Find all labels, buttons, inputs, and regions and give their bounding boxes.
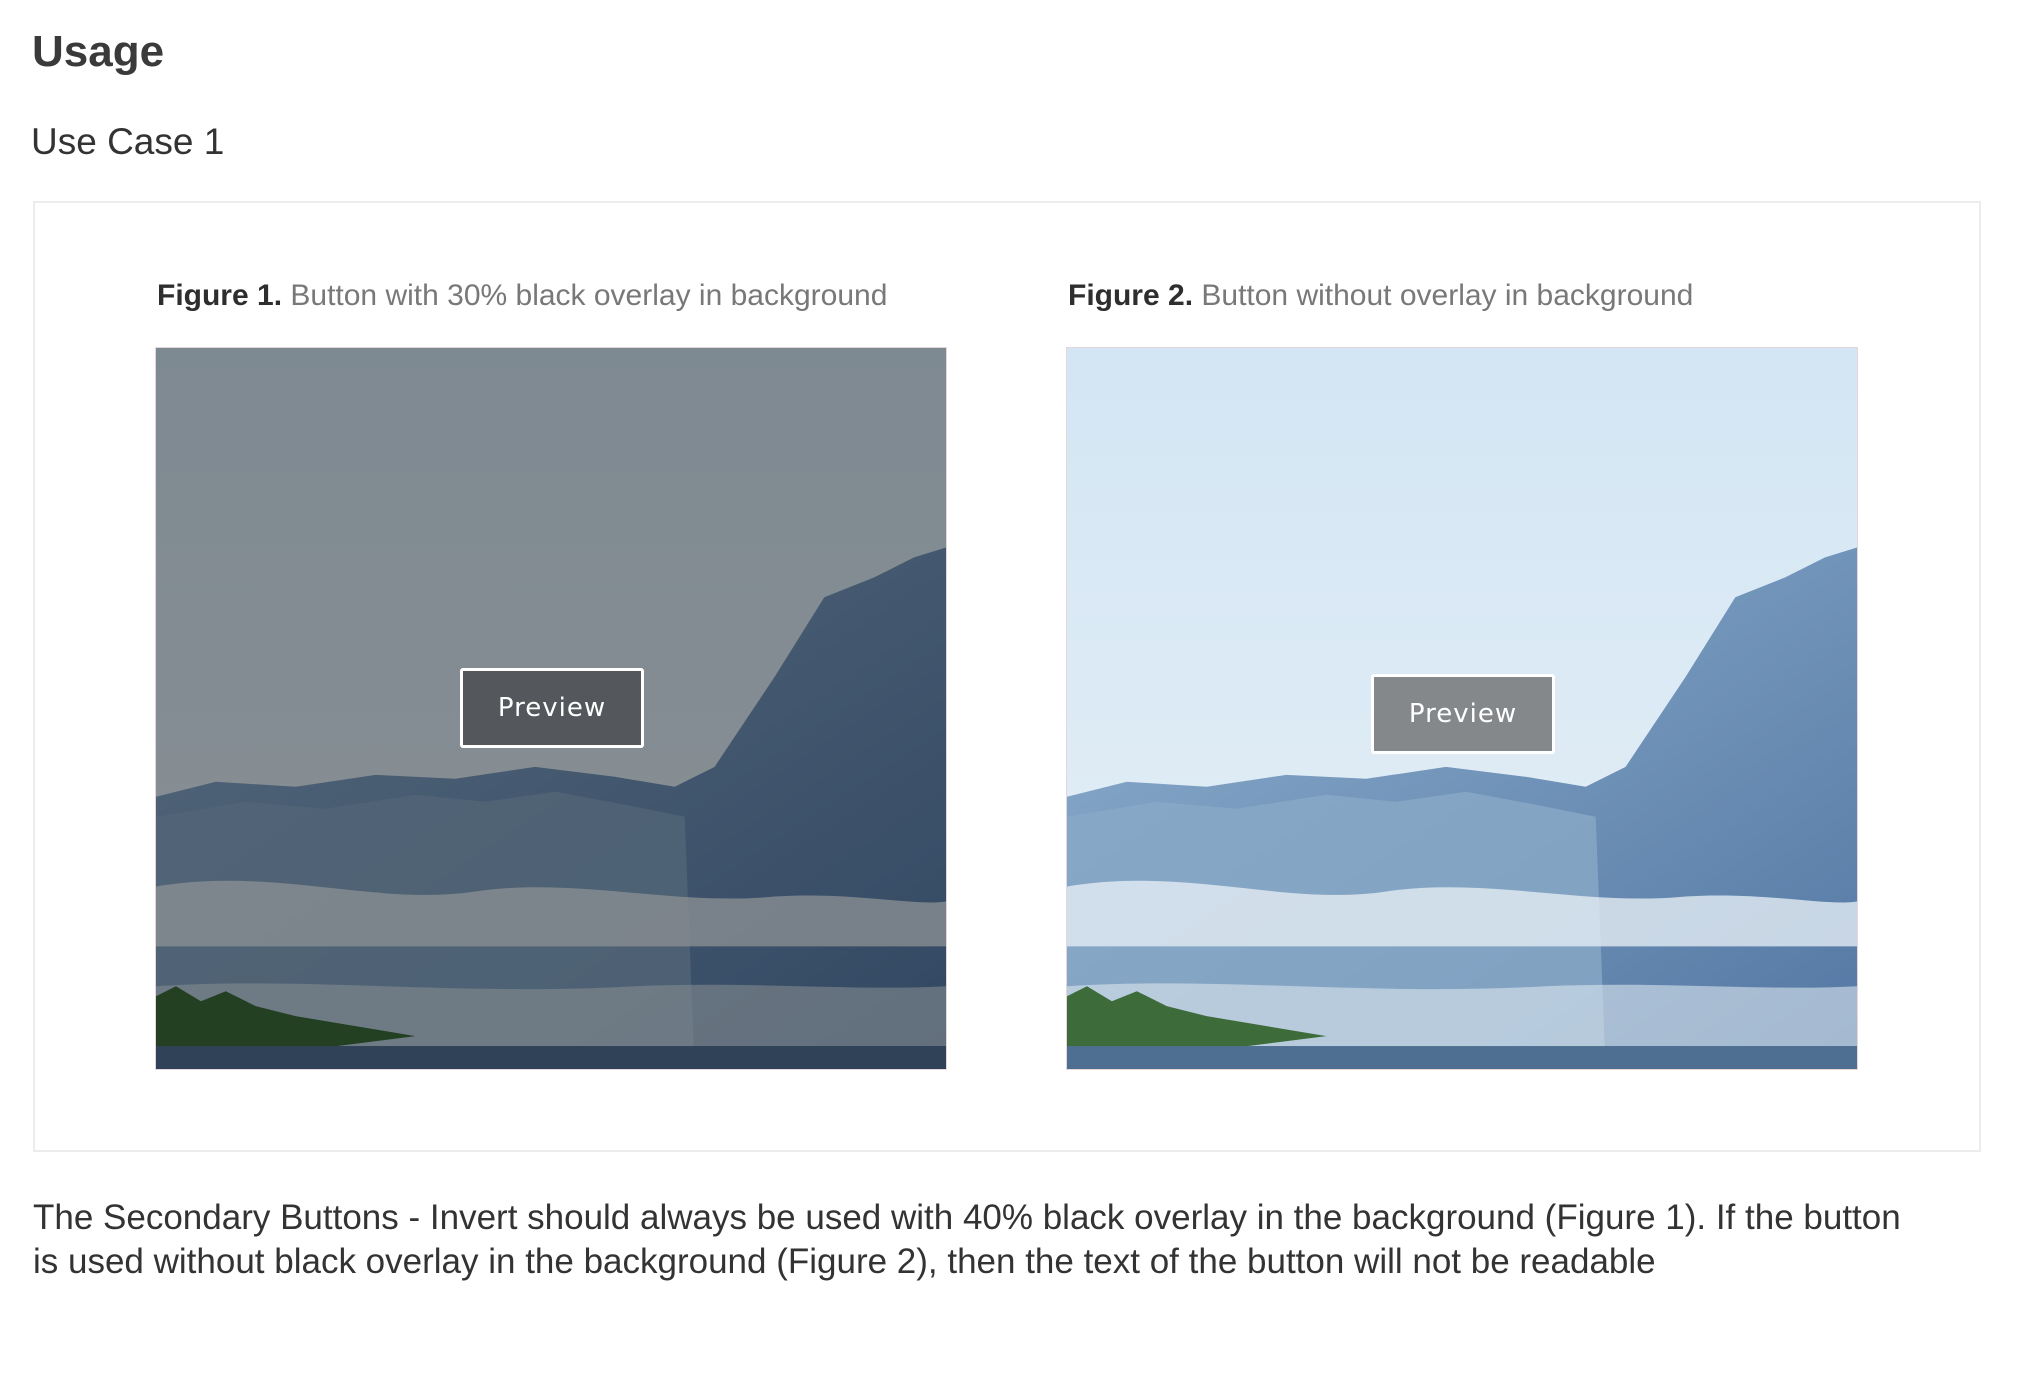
figure-1-image: Preview	[155, 347, 947, 1070]
preview-button-without-overlay[interactable]: Preview	[1371, 674, 1555, 754]
preview-button-with-overlay[interactable]: Preview	[460, 668, 644, 748]
figure-2-label: Figure 2.	[1068, 279, 1194, 312]
usage-description: The Secondary Buttons - Invert should al…	[33, 1198, 1901, 1281]
figure-1-caption-text: Button with 30% black overlay in backgro…	[290, 279, 888, 312]
figure-2-caption-text: Button without overlay in background	[1201, 279, 1694, 312]
page-title: Usage	[32, 27, 165, 76]
figure-1-label: Figure 1.	[157, 279, 283, 312]
use-case-title: Use Case 1	[31, 121, 225, 162]
figures-panel: Figure 1. Button with 30% black overlay …	[33, 201, 1981, 1152]
figure-2-image: Preview	[1066, 347, 1858, 1070]
figure-2-caption: Figure 2. Button without overlay in back…	[1068, 276, 1693, 316]
figure-1-caption: Figure 1. Button with 30% black overlay …	[157, 276, 887, 316]
